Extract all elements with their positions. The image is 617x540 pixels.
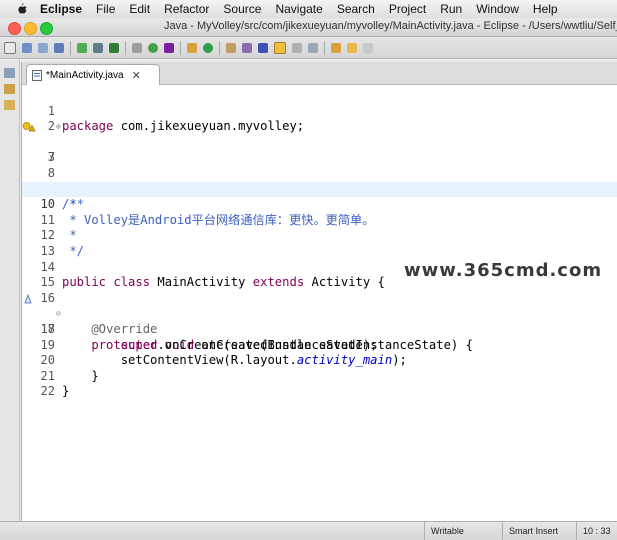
show-whitespace-icon[interactable] (292, 42, 302, 53)
code-line: 17 protected void onCreate(Bundle savedI… (22, 291, 617, 352)
toolbar-divider (70, 40, 71, 55)
status-bar: Writable Smart Insert 10 : 33 (0, 521, 617, 540)
status-insert-mode: Smart Insert (502, 522, 577, 540)
code-line: 21 } (22, 353, 617, 399)
toolbar-divider (125, 40, 126, 55)
quick-fix-warning-icon[interactable] (22, 121, 36, 133)
code-line: 9 * (22, 166, 617, 212)
expand-fold-icon[interactable]: ⊕ (56, 119, 62, 135)
menu-run[interactable]: Run (440, 2, 462, 16)
code-line: 20 } (22, 338, 617, 383)
code-editor: *MainActivity.java ✕ 1 package com.jikex… (21, 62, 617, 521)
menu-refactor[interactable]: Refactor (164, 2, 209, 16)
run-icon[interactable] (148, 42, 158, 53)
code-line: 18 super.onCreate(savedInstanceState); (22, 306, 617, 352)
code-line: 22 (22, 369, 617, 398)
override-marker-icon[interactable] (24, 293, 32, 304)
open-task-icon[interactable] (242, 42, 252, 53)
tab-main-activity[interactable]: *MainActivity.java ✕ (26, 64, 160, 85)
external-tools-icon[interactable] (164, 42, 174, 53)
code-line: 11 * (22, 197, 617, 243)
toolbar-divider (324, 40, 325, 55)
code-line: 2 (22, 104, 617, 133)
next-annotation-icon[interactable] (331, 42, 341, 53)
left-trim-rail (0, 60, 20, 521)
avd-manager-icon[interactable] (93, 42, 103, 53)
toggle-mark-occurrences-icon[interactable] (274, 41, 286, 54)
menu-edit[interactable]: Edit (129, 2, 150, 16)
print-icon[interactable] (54, 42, 64, 53)
code-area[interactable]: 1 package com.jikexueyuan.myvolley; 2 3 … (22, 88, 617, 399)
menu-navigate[interactable]: Navigate (275, 2, 322, 16)
code-line: 8 ⊖ /** (22, 150, 617, 211)
menu-bar: Eclipse File Edit Refactor Source Naviga… (0, 0, 617, 19)
window-title: Java - MyVolley/src/com/jikexueyuan/myvo… (164, 20, 617, 32)
menu-source[interactable]: Source (223, 2, 261, 16)
toolbar-divider (219, 40, 220, 55)
android-sdk-icon[interactable] (77, 42, 87, 53)
menu-window[interactable]: Window (476, 2, 519, 16)
minimize-window-button[interactable] (24, 22, 37, 35)
close-window-button[interactable] (8, 22, 21, 35)
editor-tab-bar: *MainActivity.java ✕ (22, 62, 617, 85)
menu-help[interactable]: Help (533, 2, 558, 16)
code-line: 1 package com.jikexueyuan.myvolley; (22, 88, 617, 134)
forward-icon[interactable] (363, 42, 373, 53)
close-tab-icon[interactable]: ✕ (132, 69, 141, 82)
menu-app-name[interactable]: Eclipse (40, 2, 82, 16)
tab-label: *MainActivity.java (46, 69, 124, 81)
restore-icon[interactable] (4, 68, 15, 78)
menu-project[interactable]: Project (389, 2, 426, 16)
new-package-icon[interactable] (187, 42, 197, 53)
lint-check-icon[interactable] (109, 42, 119, 53)
main-toolbar (0, 37, 617, 59)
code-line: 14 public class MainActivity extends Act… (22, 244, 617, 290)
apple-icon[interactable] (14, 2, 28, 16)
status-cursor-position: 10 : 33 (576, 522, 617, 540)
status-writable: Writable (424, 522, 501, 540)
current-code-line: 10 * Volley是Android平台网络通信库：更快。更简单。 (22, 181, 617, 227)
menu-file[interactable]: File (96, 2, 115, 16)
save-all-icon[interactable] (38, 42, 48, 53)
code-line: 13 (22, 228, 617, 258)
new-class-icon[interactable] (203, 42, 213, 53)
java-file-icon (32, 69, 42, 81)
block-selection-icon[interactable] (308, 42, 318, 53)
debug-icon[interactable] (132, 42, 142, 53)
type-hierarchy-icon[interactable] (4, 100, 15, 110)
new-file-icon[interactable] (4, 41, 16, 54)
code-line: 3 ⊕ import android.app.Activity; (22, 119, 617, 196)
zoom-window-button[interactable] (40, 22, 53, 35)
watermark: www.365cmd.com (404, 260, 603, 281)
code-line: 12 */ (22, 213, 617, 258)
line-number: 22 (40, 384, 55, 399)
search-icon[interactable] (258, 42, 268, 53)
toolbar-divider (180, 40, 181, 55)
menu-search[interactable]: Search (337, 2, 375, 16)
save-icon[interactable] (22, 42, 32, 53)
open-type-icon[interactable] (226, 42, 236, 53)
package-explorer-icon[interactable] (4, 84, 15, 94)
code-line: 7 (22, 135, 617, 164)
back-icon[interactable] (347, 42, 357, 53)
window-title-bar: Java - MyVolley/src/com/jikexueyuan/myvo… (0, 18, 617, 37)
code-line: 19 setContentView(R.layout.activity_main… (22, 322, 617, 368)
